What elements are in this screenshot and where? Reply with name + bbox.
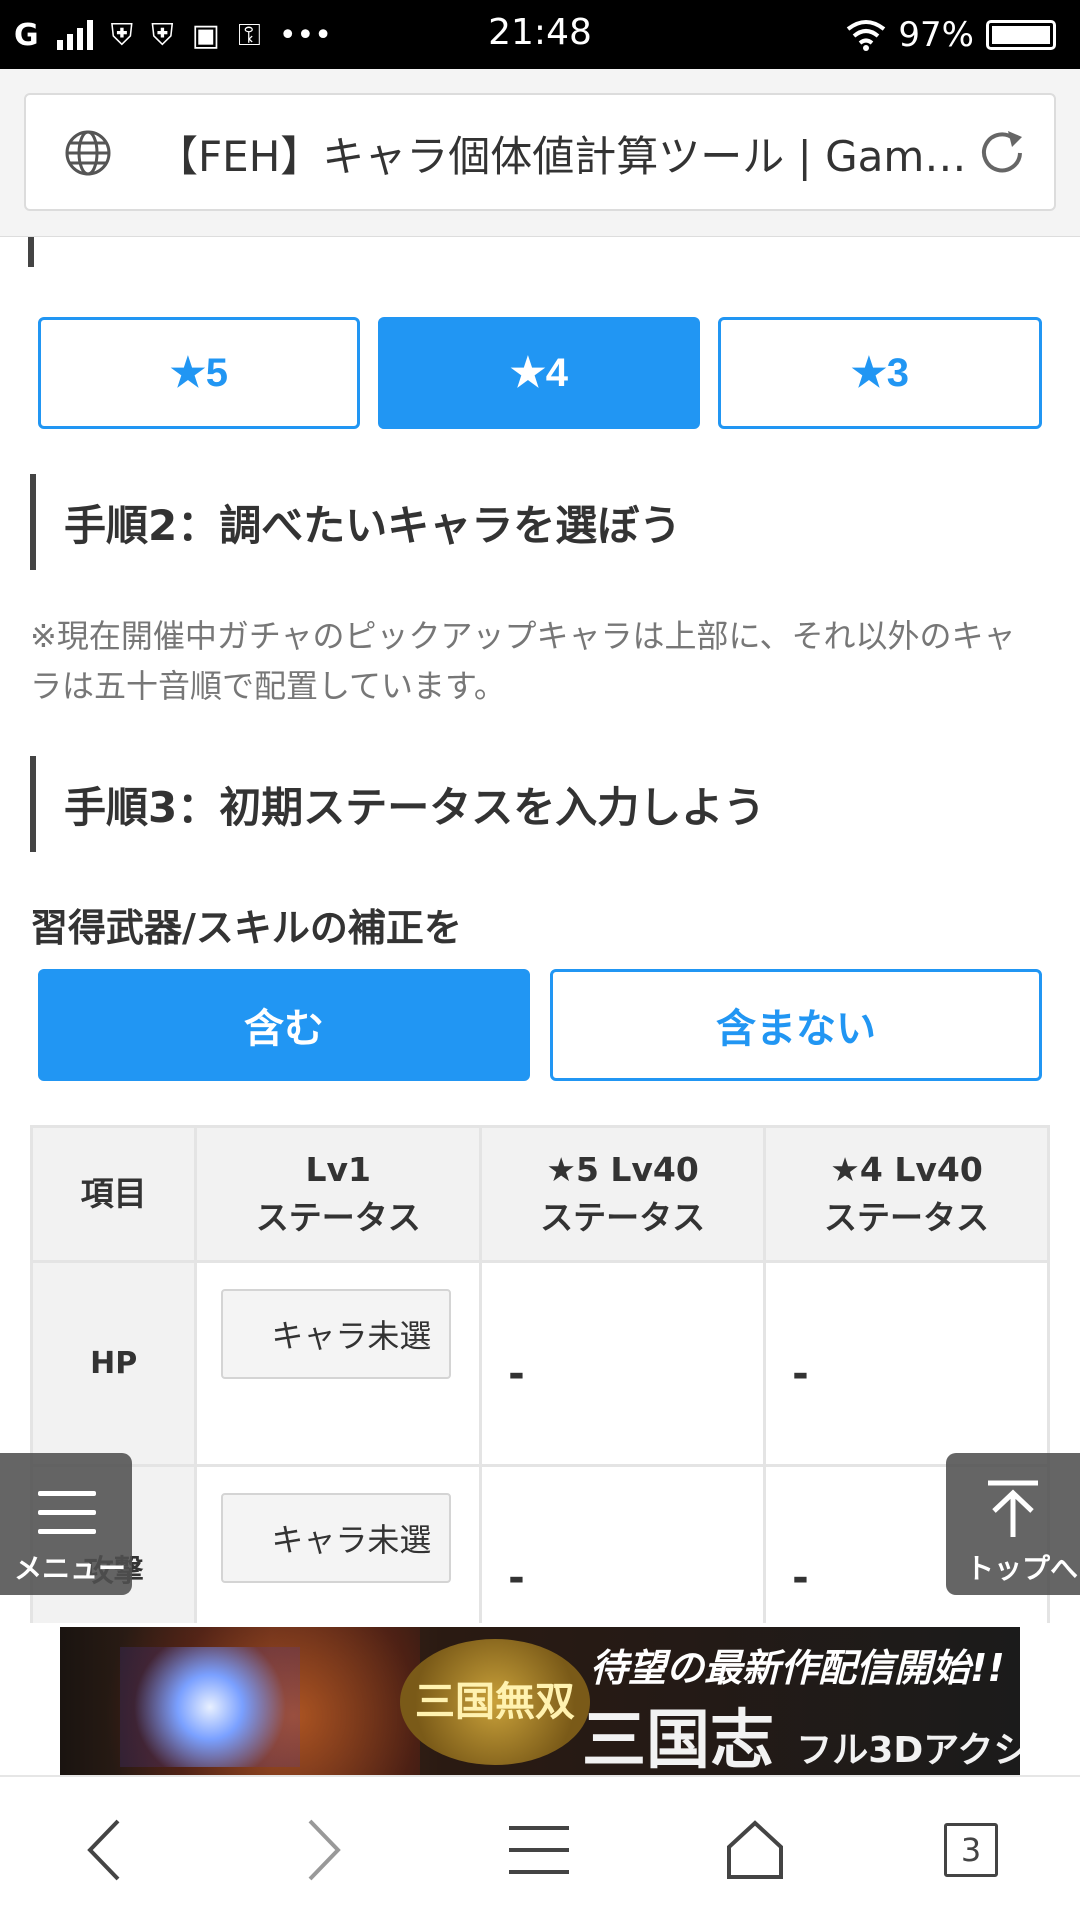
bottom-navigation: 3 xyxy=(0,1775,1080,1920)
hamburger-icon xyxy=(38,1491,96,1548)
correction-toggle: 含む 含まない xyxy=(38,969,1042,1081)
step2-heading: 手順2：調べたいキャラを選ぼう xyxy=(30,474,681,570)
globe-icon xyxy=(65,130,111,176)
stats-table: 項目 Lv1 ステータス ★5 Lv40 ステータス ★4 Lv40 ステータス HP… xyxy=(29,1125,1050,1623)
arrow-up-icon xyxy=(988,1480,1038,1537)
header-star5: ★5 Lv40 ステータス xyxy=(479,1125,767,1263)
hp-star4-cell: - xyxy=(763,1260,1050,1467)
hp-star4-value: - xyxy=(792,1350,809,1397)
reload-icon[interactable] xyxy=(974,125,1030,181)
step3-heading: 手順3：初期ステータスを入力しよう xyxy=(30,756,765,852)
header-lv1: Lv1 ステータス xyxy=(194,1125,483,1263)
hp-select[interactable]: キャラ未選 xyxy=(221,1288,452,1379)
step2-note: ※現在開催中ガチャのピックアップキャラは上部に、それ以外のキャラは五十音順で配置… xyxy=(30,617,1016,705)
table-row: 攻撃 キャラ未選 - - xyxy=(29,1464,1050,1623)
tabs-button[interactable]: 3 xyxy=(926,1805,1016,1895)
exclude-button[interactable]: 含まない xyxy=(550,969,1042,1081)
atk-star5-cell: - xyxy=(479,1464,767,1623)
wifi-icon xyxy=(847,20,886,51)
ad-tagline: 待望の最新作配信開始!! xyxy=(590,1646,1005,1690)
chevron-left-icon xyxy=(87,1819,120,1881)
correction-label: 習得武器/スキルの補正を xyxy=(30,906,462,950)
menu-label: メニュー xyxy=(14,1552,127,1585)
page-title[interactable]: 【FEH】キャラ個体値計算ツール | Game... xyxy=(156,123,976,184)
menu-button[interactable]: メニュー xyxy=(0,1453,132,1595)
header-star4: ★4 Lv40 ステータス xyxy=(763,1125,1050,1263)
rarity-3-button[interactable]: ★3 xyxy=(718,317,1042,429)
battery-icon xyxy=(986,20,1056,50)
back-button[interactable] xyxy=(60,1805,150,1895)
home-icon xyxy=(727,1820,783,1879)
page-content: ★5 ★4 ★3 手順2：調べたいキャラを選ぼう ※現在開催中ガチャのピックアッ… xyxy=(0,237,1080,1623)
attack-star5-value: - xyxy=(508,1554,525,1601)
ad-light-effect xyxy=(120,1647,300,1767)
status-right: 97% xyxy=(846,14,1056,56)
table-header-row: 項目 Lv1 ステータス ★5 Lv40 ステータス ★4 Lv40 ステータス xyxy=(29,1125,1050,1263)
hamburger-icon xyxy=(509,1826,569,1874)
row-label-hp: HP xyxy=(29,1260,198,1467)
ad-logo: 三国無双 xyxy=(400,1639,590,1765)
forward-button[interactable] xyxy=(278,1805,368,1895)
battery-percent: 97% xyxy=(898,15,974,55)
tab-count-icon: 3 xyxy=(944,1823,998,1877)
hp-star5-value: - xyxy=(508,1350,525,1397)
menu-nav-button[interactable] xyxy=(494,1805,584,1895)
address-bar[interactable]: 【FEH】キャラ個体値計算ツール | Game... xyxy=(24,93,1056,211)
ad-headline: 三国志 フル3Dアクション xyxy=(582,1703,1020,1775)
hp-lv1-cell: キャラ未選 xyxy=(194,1260,483,1467)
chevron-right-icon xyxy=(308,1819,341,1881)
rarity-4-button[interactable]: ★4 xyxy=(378,317,700,429)
header-item: 項目 xyxy=(29,1125,198,1263)
include-button[interactable]: 含む xyxy=(38,969,530,1081)
top-label: トップへ xyxy=(966,1552,1079,1585)
atk-lv1-cell: キャラ未選 xyxy=(194,1464,483,1623)
status-bar: G ⛨ ⛨ ▣ ⚿ ••• 21:48 97% xyxy=(0,0,1080,69)
step1-heading-partial xyxy=(28,237,34,267)
rarity-5-button[interactable]: ★5 xyxy=(38,317,360,429)
back-to-top-button[interactable]: トップへ xyxy=(946,1453,1080,1595)
attack-select[interactable]: キャラ未選 xyxy=(221,1492,452,1583)
table-row: HP キャラ未選 - - xyxy=(29,1260,1050,1467)
browser-toolbar: 【FEH】キャラ個体値計算ツール | Game... xyxy=(0,69,1080,237)
hp-star5-cell: - xyxy=(479,1260,767,1467)
ad-banner[interactable]: 三国無双 待望の最新作配信開始!! 三国志 フル3Dアクション xyxy=(60,1627,1020,1775)
home-button[interactable] xyxy=(710,1805,800,1895)
attack-star4-value: - xyxy=(792,1554,809,1601)
rarity-selector: ★5 ★4 ★3 xyxy=(38,317,1042,429)
